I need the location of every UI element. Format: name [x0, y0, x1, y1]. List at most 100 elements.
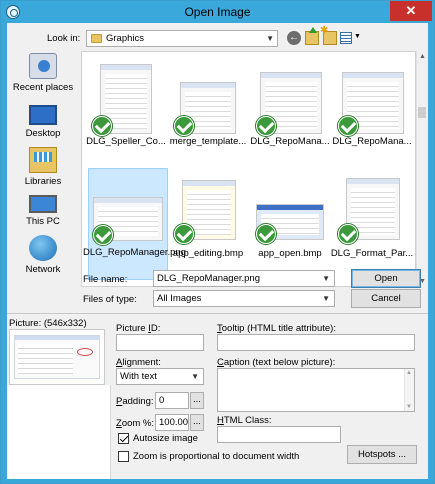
caption-scrollbar[interactable]	[404, 369, 414, 411]
file-name-value: DLG_RepoManager.png	[157, 273, 260, 284]
place-desktop[interactable]: Desktop	[7, 101, 79, 139]
padding-input[interactable]: 0	[155, 392, 189, 409]
place-label: Libraries	[24, 176, 62, 187]
dialog-body: Look in: Graphics ▼ ← ▼ Recent places De…	[7, 23, 428, 479]
look-in-value: Graphics	[106, 33, 145, 44]
zoom-proportional-label[interactable]: Zoom is proportional to document width	[133, 451, 299, 462]
chevron-down-icon: ▼	[266, 34, 274, 43]
caption-textarea[interactable]	[217, 368, 415, 412]
cancel-button[interactable]: Cancel	[351, 289, 421, 308]
file-item-selected[interactable]: DLG_RepoManager.png	[83, 168, 186, 280]
up-folder-icon[interactable]	[305, 27, 319, 45]
file-item[interactable]: DLG_Format_Par...	[331, 168, 413, 280]
file-item[interactable]: DLG_Speller_Co...	[86, 54, 166, 166]
view-dropdown-arrow-icon[interactable]: ▼	[354, 33, 361, 40]
place-label: Network	[25, 264, 61, 275]
file-label: app_editing.bmp	[172, 248, 244, 259]
place-this-pc[interactable]: This PC	[7, 189, 79, 227]
picture-preview	[9, 329, 105, 385]
section-divider	[7, 313, 428, 314]
network-icon	[29, 235, 57, 261]
files-of-type-select[interactable]: All Images ▼	[153, 290, 335, 307]
folder-icon	[91, 34, 102, 43]
padding-browse-button[interactable]: ...	[190, 392, 204, 409]
checkmark-icon	[338, 224, 358, 244]
file-item[interactable]: app_editing.bmp	[168, 168, 248, 280]
picture-size-label: Picture: (546x332)	[9, 318, 87, 329]
file-list-scrollbar[interactable]: ▲ ▼	[416, 51, 427, 287]
hotspots-button[interactable]: Hotspots ...	[347, 445, 417, 464]
checkmark-icon	[92, 116, 112, 136]
preview-pane-background	[7, 385, 111, 479]
scroll-up-icon[interactable]: ▲	[419, 53, 426, 60]
file-label: merge_template...	[169, 136, 247, 147]
desktop-icon	[29, 105, 57, 125]
alignment-value: With text	[120, 371, 157, 382]
checkmark-icon	[256, 224, 276, 244]
dialog-title: Open Image	[184, 5, 251, 19]
padding-value: 0	[159, 395, 165, 406]
preview-image	[14, 335, 100, 379]
title-bar[interactable]: Open Image ✕	[1, 1, 434, 23]
file-label: DLG_Speller_Co...	[86, 136, 166, 147]
file-name-label: File name:	[83, 274, 128, 285]
back-icon[interactable]: ←	[287, 31, 301, 45]
file-label: app_open.bmp	[258, 248, 322, 259]
alignment-select[interactable]: With text ▼	[116, 368, 204, 385]
place-network[interactable]: Network	[7, 235, 79, 275]
chevron-down-icon[interactable]: ▼	[191, 372, 199, 381]
file-item[interactable]: app_open.bmp	[250, 168, 330, 280]
picture-id-label: Picture ID:	[116, 323, 161, 334]
html-class-input[interactable]	[217, 426, 341, 443]
place-libraries[interactable]: Libraries	[7, 147, 79, 187]
padding-label: Padding:	[116, 396, 154, 407]
checkmark-icon	[174, 224, 194, 244]
chevron-down-icon[interactable]: ▼	[322, 294, 330, 303]
html-class-label: HTML Class:	[217, 415, 272, 426]
view-menu-icon[interactable]	[340, 32, 352, 44]
file-label: DLG_Format_Par...	[330, 248, 414, 259]
zoom-label: Zoom %:	[116, 418, 155, 429]
autosize-checkbox[interactable]	[118, 433, 129, 444]
files-of-type-value: All Images	[157, 293, 202, 304]
file-label: DLG_RepoMana...	[332, 136, 412, 147]
look-in-dropdown[interactable]: Graphics ▼	[86, 30, 278, 47]
zoom-proportional-checkbox[interactable]	[118, 451, 129, 462]
checkmark-icon	[174, 116, 194, 136]
file-list[interactable]: DLG_Speller_Co... merge_template... DLG_…	[81, 51, 416, 287]
zoom-value: 100.00	[159, 417, 189, 428]
tooltip-input[interactable]	[217, 334, 415, 351]
place-recent-places[interactable]: Recent places	[7, 53, 79, 93]
close-button[interactable]: ✕	[390, 1, 432, 21]
file-name-combo[interactable]: DLG_RepoManager.png ▼	[153, 270, 335, 287]
file-label: DLG_RepoMana...	[250, 136, 330, 147]
file-item[interactable]: DLG_RepoMana...	[332, 54, 412, 166]
scroll-thumb[interactable]	[418, 107, 426, 118]
alignment-label: Alignment:	[116, 357, 161, 368]
open-button[interactable]: Open	[351, 269, 421, 288]
place-label: Recent places	[12, 82, 74, 93]
place-label: This PC	[26, 216, 60, 227]
this-pc-icon	[29, 195, 57, 213]
place-label: Desktop	[25, 128, 61, 139]
checkmark-icon	[338, 116, 358, 136]
places-bar: Recent places Desktop Libraries This PC …	[7, 51, 79, 291]
chevron-down-icon[interactable]: ▼	[322, 274, 330, 283]
autosize-label[interactable]: Autosize image	[133, 433, 198, 444]
checkmark-icon	[93, 225, 113, 245]
file-item[interactable]: merge_template...	[168, 54, 248, 166]
open-image-dialog: Open Image ✕ Look in: Graphics ▼ ← ▼ Rec…	[0, 0, 435, 484]
new-folder-icon[interactable]	[320, 25, 337, 45]
picture-id-input[interactable]	[116, 334, 204, 351]
checkmark-icon	[256, 116, 276, 136]
caption-label: Caption (text below picture):	[217, 357, 336, 368]
libraries-icon	[29, 147, 57, 173]
look-in-label: Look in:	[47, 33, 81, 44]
zoom-input[interactable]: 100.00	[155, 414, 189, 431]
files-of-type-label: Files of type:	[83, 294, 137, 305]
file-label: DLG_RepoManager.png	[83, 247, 186, 258]
zoom-browse-button[interactable]: ...	[190, 414, 204, 431]
recent-places-icon	[29, 53, 57, 79]
file-item[interactable]: DLG_RepoMana...	[250, 54, 330, 166]
tooltip-label: Tooltip (HTML title attribute):	[217, 323, 336, 334]
